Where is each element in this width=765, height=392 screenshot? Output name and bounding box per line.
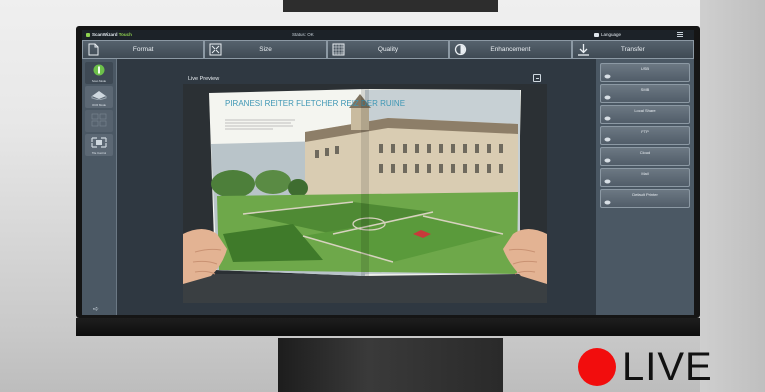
left-sidebar: Scan Mode OCR Mode Tile Control ➪ — [82, 59, 117, 315]
book-heading: PIRANESI REITER FLETCHER REIZ DER RUINE — [225, 99, 405, 108]
language-icon — [594, 32, 599, 37]
tab-transfer[interactable]: Transfer — [571, 40, 694, 59]
transfer-ftp-label: FTP — [641, 129, 649, 134]
enhancement-icon — [455, 43, 467, 56]
book-photo: PIRANESI REITER FLETCHER REIZ DER RUINE — [183, 84, 547, 303]
minimize-preview-button[interactable] — [533, 74, 541, 82]
scan-mode-icon — [93, 64, 105, 76]
local-share-icon — [604, 116, 611, 121]
sidebar-item-label: OCR Mode — [92, 103, 106, 107]
transfer-mail-button[interactable]: Mail — [600, 168, 690, 187]
empty-slot-icon — [91, 113, 107, 127]
transfer-cloud-label: Cloud — [639, 150, 651, 155]
transfer-local-share-label: Local Share — [634, 108, 656, 113]
main-tabs: Format Size Quality Enhancement Transfer — [82, 40, 694, 59]
transfer-usb-label: USB — [640, 66, 650, 71]
usb-icon — [604, 74, 611, 79]
tab-size[interactable]: Size — [204, 40, 327, 59]
sidebar-item-tile-control[interactable]: Tile Control — [85, 134, 113, 156]
stand-pole — [278, 338, 503, 392]
tab-size-label: Size — [259, 46, 272, 53]
status-text: Status: OK — [292, 32, 314, 37]
sidebar-item-ocr-mode[interactable]: OCR Mode — [85, 86, 113, 108]
monitor-bottom-edge — [76, 318, 700, 336]
transfer-ftp-button[interactable]: FTP — [600, 126, 690, 145]
ftp-icon — [604, 137, 611, 142]
transfer-panel: USB SMB Local Share FTP Cloud Mail Defau… — [596, 59, 694, 315]
brand-suffix: Touch — [118, 32, 132, 37]
top-status-bar: ScanWizard Touch Status: OK Language — [82, 30, 694, 40]
quality-icon — [332, 43, 345, 56]
ocr-mode-icon — [91, 91, 107, 100]
live-label: LIVE — [622, 345, 713, 389]
tile-control-icon — [91, 137, 107, 148]
language-label: Language — [601, 32, 622, 37]
transfer-default-printer-label: Default Printer — [632, 192, 658, 197]
live-badge: LIVE — [578, 346, 713, 388]
tab-enhancement[interactable]: Enhancement — [449, 40, 572, 59]
tab-format[interactable]: Format — [82, 40, 205, 59]
tab-quality[interactable]: Quality — [326, 40, 450, 59]
stand-top — [283, 0, 498, 12]
app-screen: ScanWizard Touch Status: OK Language For… — [82, 30, 694, 315]
transfer-icon — [577, 44, 589, 56]
transfer-local-share-button[interactable]: Local Share — [600, 105, 690, 124]
tab-transfer-label: Transfer — [620, 46, 645, 53]
transfer-smb-button[interactable]: SMB — [600, 84, 690, 103]
sidebar-item-scan-mode[interactable]: Scan Mode — [85, 62, 113, 84]
format-icon — [88, 43, 99, 56]
sidebar-item-label: Tile Control — [91, 151, 107, 155]
tab-format-label: Format — [132, 46, 154, 53]
background-wall-right — [700, 0, 765, 392]
app-brand: ScanWizard Touch — [86, 32, 132, 37]
smb-icon — [604, 95, 611, 100]
transfer-mail-label: Mail — [641, 171, 649, 176]
transfer-cloud-button[interactable]: Cloud — [600, 147, 690, 166]
language-button[interactable]: Language — [594, 32, 621, 37]
size-icon — [209, 43, 222, 56]
sidebar-item-empty[interactable] — [85, 110, 113, 132]
tab-enhancement-label: Enhancement — [490, 46, 531, 53]
live-record-icon — [578, 348, 616, 386]
printer-icon — [604, 200, 611, 205]
live-preview-image: PIRANESI REITER FLETCHER REIZ DER RUINE — [183, 84, 547, 303]
mail-icon — [604, 179, 611, 184]
tab-quality-label: Quality — [377, 46, 399, 53]
transfer-usb-button[interactable]: USB — [600, 63, 690, 82]
transfer-default-printer-button[interactable]: Default Printer — [600, 189, 690, 208]
sidebar-item-label: Scan Mode — [91, 79, 107, 83]
cloud-icon — [604, 158, 611, 163]
brand-name: ScanWizard — [92, 32, 118, 37]
transfer-smb-label: SMB — [640, 87, 650, 92]
brand-logo-icon — [86, 32, 90, 37]
preview-title: Live Preview — [188, 76, 220, 82]
menu-icon[interactable] — [676, 31, 684, 39]
sidebar-collapse-arrow-icon[interactable]: ➪ — [93, 306, 105, 313]
